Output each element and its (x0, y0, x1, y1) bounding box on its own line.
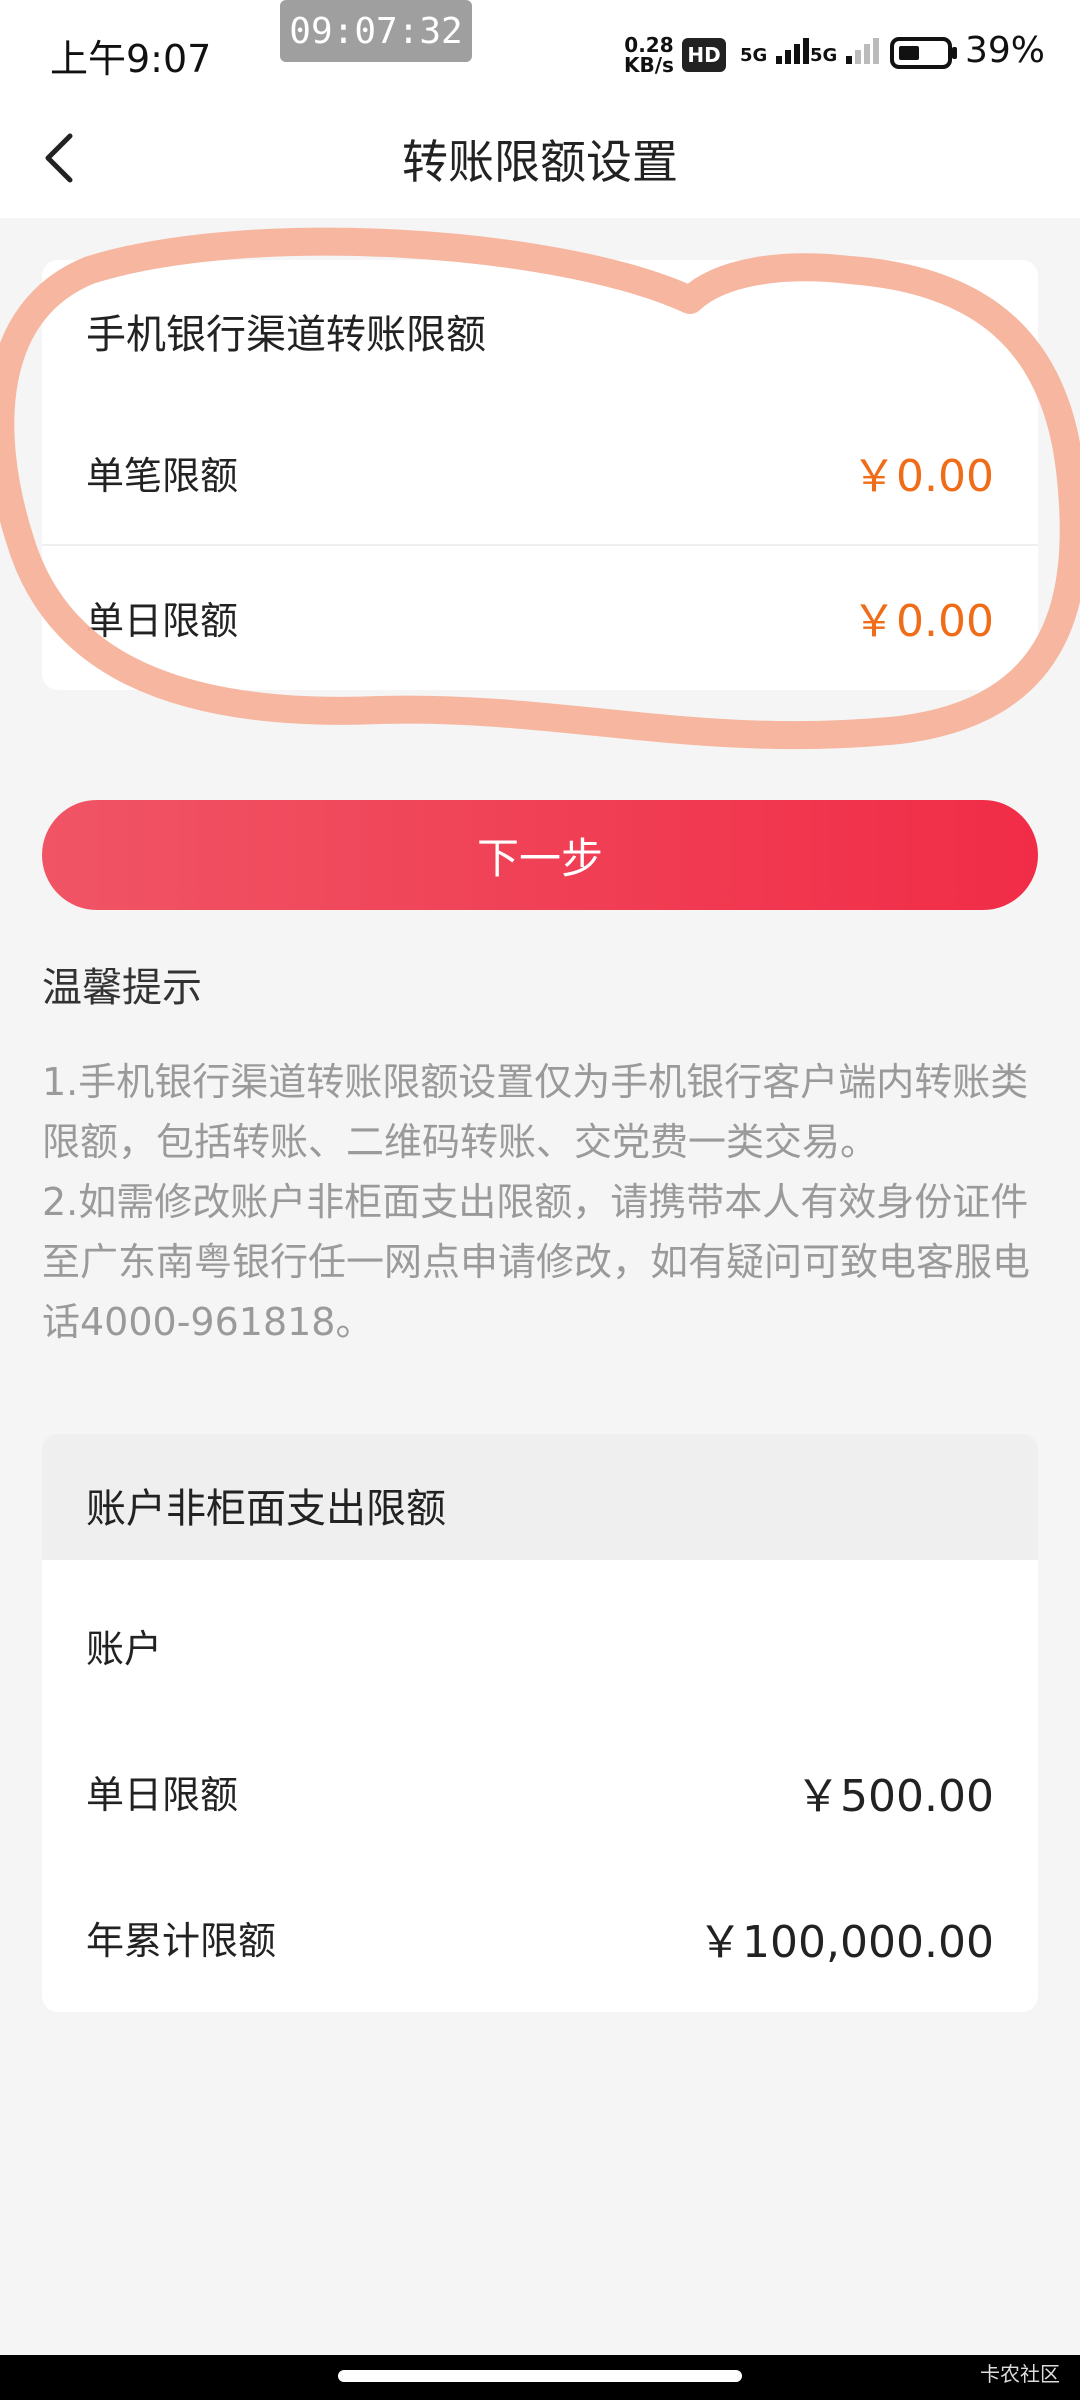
back-button[interactable] (30, 122, 100, 192)
annual-limit-label: 年累计限额 (86, 1919, 277, 1963)
network-speed-value: 0.28 (624, 33, 674, 57)
tips-line-2: 2.如需修改账户非柜面支出限额，请携带本人有效身份证件至广东南粤银行任一网点申请… (42, 1180, 1031, 1344)
network-speed-unit: KB/s (624, 53, 674, 77)
battery-icon (890, 37, 957, 69)
nc-daily-limit-label: 单日限额 (86, 1773, 239, 1817)
highlight-circle-annotation (0, 227, 1080, 750)
non-counter-card-header: 账户非柜面支出限额 (42, 1434, 1038, 1574)
non-counter-card: 账户 单日限额 ￥500.00 年累计限额 ￥100,000.00 (42, 1560, 1038, 2012)
account-label: 账户 (86, 1627, 163, 1671)
tips-line-1: 1.手机银行渠道转账限额设置仅为手机银行客户端内转账类限额，包括转账、二维码转账… (42, 1060, 1029, 1164)
sim1-signal-icon: 5G (740, 32, 816, 66)
battery-percent: 39% (965, 30, 1046, 71)
screen-record-timer: 09:07:32 (280, 0, 472, 62)
status-bar: 上午9:07 09:07:32 0.28 KB/s HD 5G 5G 39% (0, 0, 1080, 100)
status-time: 上午9:07 (50, 37, 212, 81)
network-speed: 0.28 KB/s (624, 35, 674, 75)
sim2-label: 5G (810, 45, 838, 66)
next-step-button[interactable]: 下一步 (42, 800, 1038, 910)
tips-title: 温馨提示 (42, 965, 202, 1011)
annual-limit-value: ￥100,000.00 (698, 1917, 994, 1968)
non-counter-card-title: 账户非柜面支出限额 (86, 1486, 446, 1532)
nc-daily-limit-value: ￥500.00 (796, 1771, 994, 1822)
hd-badge: HD (682, 38, 726, 72)
sim1-label: 5G (740, 45, 768, 66)
chevron-left-icon (45, 133, 73, 183)
tips-text: 1.手机银行渠道转账限额设置仅为手机银行客户端内转账类限额，包括转账、二维码转账… (42, 1052, 1042, 1352)
watermark: 卡农社区 (980, 2362, 1060, 2386)
sim2-signal-icon: 5G (810, 32, 886, 66)
home-indicator[interactable] (338, 2370, 742, 2382)
